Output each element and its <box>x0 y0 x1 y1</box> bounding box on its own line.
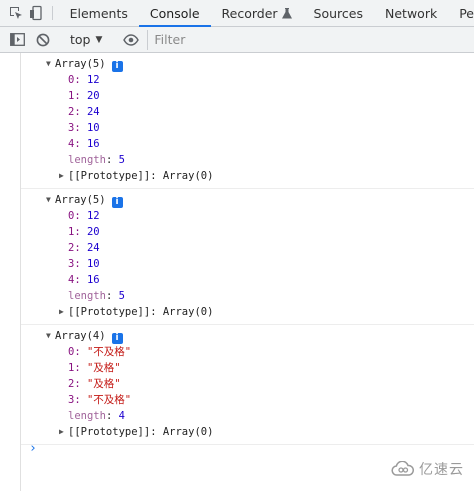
prototype-row[interactable]: ▶ [[Prototype]]: Array(0) <box>21 168 474 184</box>
array-item: 3: 10 <box>68 258 100 270</box>
array-item: 2: "及格" <box>68 378 121 390</box>
tab-elements[interactable]: Elements <box>59 0 139 26</box>
expanded-triangle-icon: ▼ <box>46 195 51 204</box>
expanded-triangle-icon: ▼ <box>46 59 51 68</box>
context-selector[interactable]: top ▼ <box>64 32 108 47</box>
console-entry: ▼ Array(5) i 0: 12 1: 20 2: 24 3: 10 4: 1… <box>21 189 474 325</box>
tab-recorder[interactable]: Recorder <box>211 0 303 26</box>
collapsed-triangle-icon: ▶ <box>59 171 64 180</box>
array-label: Array(5) <box>55 194 106 206</box>
array-header[interactable]: ▼ Array(5) i <box>21 192 474 208</box>
array-item: 0: 12 <box>68 210 100 222</box>
array-item: 2: 24 <box>68 242 100 254</box>
watermark-text: 亿速云 <box>419 462 464 478</box>
show-sidebar-button[interactable] <box>5 28 29 52</box>
console-toolbar: top ▼ Filter <box>0 27 474 53</box>
info-icon: i <box>111 197 123 208</box>
console-entry: ▼ Array(5) i 0: 12 1: 20 2: 24 3: 10 4: 1… <box>21 53 474 189</box>
tab-separator <box>51 6 53 20</box>
tab-network[interactable]: Network <box>374 0 448 26</box>
array-item: 1: 20 <box>68 226 100 238</box>
array-item: 4: 16 <box>68 274 100 286</box>
array-label: Array(5) <box>55 58 106 70</box>
array-item: 0: 12 <box>68 74 100 86</box>
info-icon: i <box>111 61 123 72</box>
inspect-element-icon[interactable] <box>6 0 26 26</box>
info-icon: i <box>111 333 123 344</box>
live-expression-button[interactable] <box>119 28 143 52</box>
clear-icon <box>36 33 50 46</box>
prototype-row[interactable]: ▶ [[Prototype]]: Array(0) <box>21 424 474 440</box>
array-item: 2: 24 <box>68 106 100 118</box>
array-length: length: 4 <box>68 410 125 422</box>
tab-recorder-label: Recorder <box>221 5 278 21</box>
context-selector-value: top <box>70 32 91 47</box>
console-output: ▼ Array(5) i 0: 12 1: 20 2: 24 3: 10 4: 1… <box>21 53 474 445</box>
tab-performance[interactable]: Pe <box>448 0 474 26</box>
array-item: 3: "不及格" <box>68 394 132 406</box>
tab-console[interactable]: Console <box>138 0 211 27</box>
tab-sources[interactable]: Sources <box>303 0 374 26</box>
cloud-logo-icon <box>391 461 415 476</box>
array-item: 0: "不及格" <box>68 346 132 358</box>
filter-input[interactable]: Filter <box>147 29 444 50</box>
dropdown-arrow-icon: ▼ <box>95 34 103 45</box>
array-label: Array(4) <box>55 330 106 342</box>
array-length: length: 5 <box>68 290 125 302</box>
prototype-row[interactable]: ▶ [[Prototype]]: Array(0) <box>21 304 474 320</box>
flask-icon <box>281 7 292 18</box>
console-prompt[interactable]: › <box>29 441 37 456</box>
device-toolbar-icon[interactable] <box>26 0 46 26</box>
collapsed-triangle-icon: ▶ <box>59 427 64 436</box>
eye-icon <box>123 33 140 46</box>
clear-console-button[interactable] <box>31 28 55 52</box>
array-item: 3: 10 <box>68 122 100 134</box>
devtools-tabbar: Elements Console Recorder Sources Networ… <box>0 0 474 27</box>
array-header[interactable]: ▼ Array(4) i <box>21 328 474 344</box>
array-header[interactable]: ▼ Array(5) i <box>21 56 474 72</box>
watermark: 亿速云 <box>391 459 464 479</box>
sidebar-icon <box>9 33 25 46</box>
array-item: 1: "及格" <box>68 362 121 374</box>
array-length: length: 5 <box>68 154 125 166</box>
collapsed-triangle-icon: ▶ <box>59 307 64 316</box>
array-item: 4: 16 <box>68 138 100 150</box>
console-entry: ▼ Array(4) i 0: "不及格" 1: "及格" 2: "及格" 3: … <box>21 325 474 445</box>
expanded-triangle-icon: ▼ <box>46 331 51 340</box>
array-item: 1: 20 <box>68 90 100 102</box>
